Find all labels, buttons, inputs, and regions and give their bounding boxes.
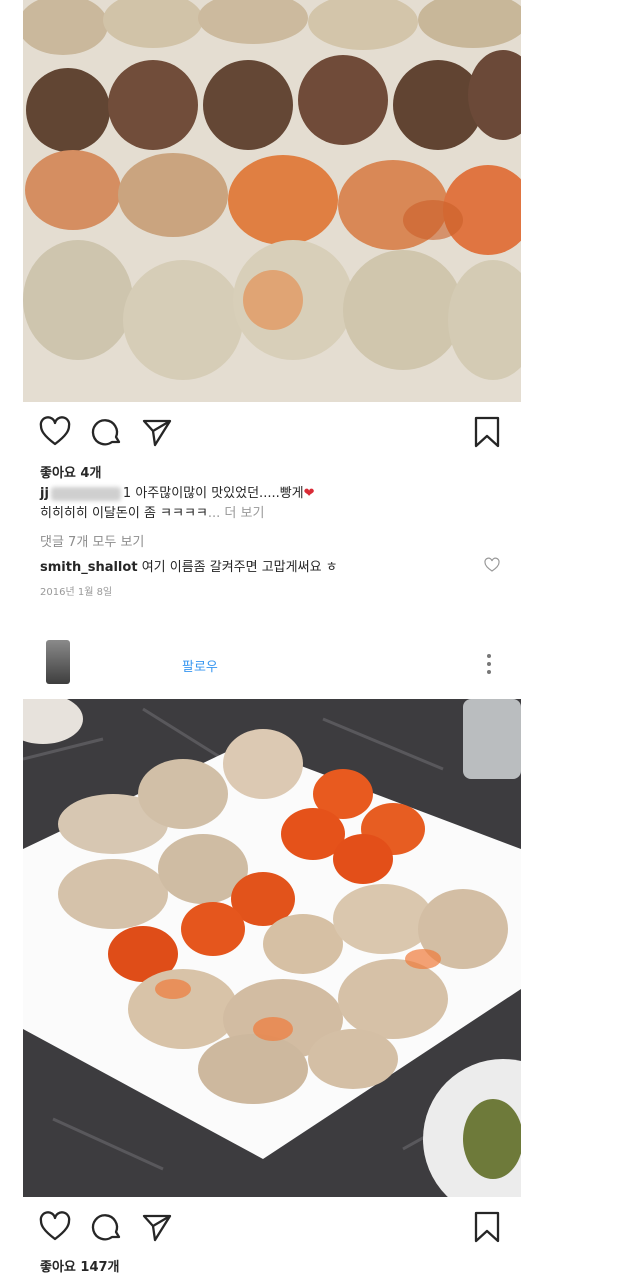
- follow-button[interactable]: 팔로우: [182, 656, 218, 675]
- more-link[interactable]: ... 더 보기: [208, 506, 265, 521]
- comment-username[interactable]: smith_shallot: [40, 560, 138, 575]
- heart-icon[interactable]: [38, 415, 72, 449]
- post-date: 2016년 1월 8일: [40, 587, 113, 598]
- bookmark-icon[interactable]: [470, 1210, 504, 1244]
- redacted-name: [50, 486, 121, 501]
- caption-text-line1: 1 아주많이많이 맛있었던.....빵게: [122, 486, 304, 501]
- bookmark-icon[interactable]: [470, 415, 504, 449]
- seasoned-crab-photo: [23, 0, 521, 402]
- avatar[interactable]: [46, 640, 70, 684]
- caption-text-line2: 히히히히 이달돈이 좀 ㅋㅋㅋㅋ: [40, 506, 208, 521]
- comment-text: 여기 이름좀 갈켜주면 고맙게써요 ㅎ: [141, 560, 338, 575]
- post-caption: jj 1 아주많이많이 맛있었던.....빵게❤ 히히히히 이달돈이 좀 ㅋㅋㅋㅋ…: [40, 484, 520, 524]
- comment-icon[interactable]: [90, 415, 124, 449]
- comment-icon[interactable]: [90, 1210, 124, 1244]
- send-icon[interactable]: [140, 1210, 174, 1244]
- send-icon[interactable]: [140, 415, 174, 449]
- post-image[interactable]: [23, 0, 521, 402]
- likes-count[interactable]: 좋아요 4개: [40, 462, 101, 481]
- more-options-icon[interactable]: [484, 654, 494, 678]
- heart-icon[interactable]: [38, 1210, 72, 1244]
- comment-like-icon[interactable]: [484, 557, 500, 573]
- likes-count[interactable]: 좋아요 147개: [40, 1256, 120, 1275]
- post-actions: [38, 1210, 508, 1244]
- post-image[interactable]: [23, 699, 521, 1197]
- crab-platter-photo: [23, 699, 521, 1197]
- view-all-comments-link[interactable]: 댓글 7개 모두 보기: [40, 531, 144, 550]
- caption-username[interactable]: jj: [40, 486, 49, 501]
- comment: smith_shallot 여기 이름좀 갈켜주면 고맙게써요 ㅎ: [40, 556, 480, 575]
- red-heart-emoji: ❤: [303, 486, 315, 501]
- post-actions: [38, 415, 508, 449]
